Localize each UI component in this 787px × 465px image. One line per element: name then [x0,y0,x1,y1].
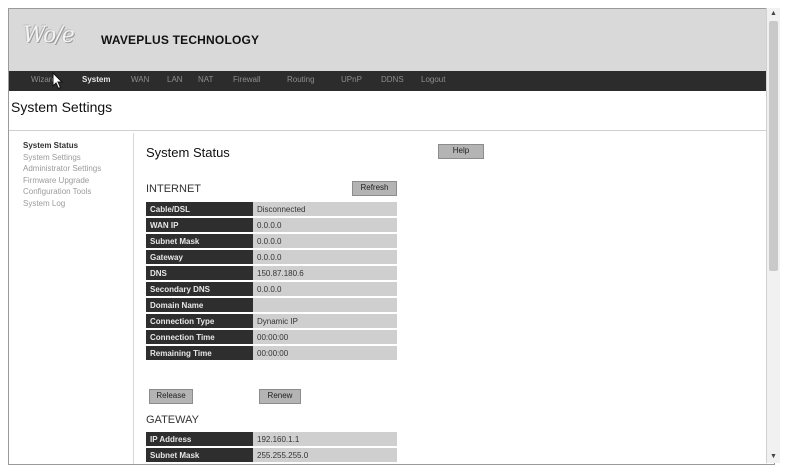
table-row: Domain Name [146,298,397,312]
row-value: 0.0.0.0 [253,250,397,264]
scroll-down-arrow-icon[interactable]: ▼ [767,451,780,463]
row-label: WAN IP [146,218,253,232]
row-value [253,298,397,312]
nav-system[interactable]: System [82,75,110,84]
renew-button[interactable]: Renew [259,389,301,404]
scroll-up-arrow-icon[interactable]: ▲ [767,8,780,20]
row-value: 0.0.0.0 [253,234,397,248]
waveplus-logo: Wo/e [23,23,75,48]
row-label: Secondary DNS [146,282,253,296]
table-row: DNS 150.87.180.6 [146,266,397,280]
internet-status-table: Cable/DSL Disconnected WAN IP 0.0.0.0 Subn… [146,200,397,362]
release-button[interactable]: Release [149,389,193,404]
nav-nat[interactable]: NAT [198,75,213,84]
row-value: 00:00:00 [253,330,397,344]
row-label: Domain Name [146,298,253,312]
nav-ddns[interactable]: DDNS [381,75,404,84]
header: Wo/e WAVEPLUS TECHNOLOGY [9,9,774,71]
nav-firewall[interactable]: Firewall [233,75,261,84]
nav-lan[interactable]: LAN [167,75,183,84]
nav-wan[interactable]: WAN [131,75,149,84]
vertical-scrollbar[interactable]: ▲ ▼ [766,8,780,463]
table-row: Connection Time 00:00:00 [146,330,397,344]
table-row: WAN IP 0.0.0.0 [146,218,397,232]
refresh-button[interactable]: Refresh [352,181,397,196]
internet-group-title: INTERNET [146,183,201,195]
table-row: IP Address 192.160.1.1 [146,432,397,446]
row-label: Subnet Mask [146,234,253,248]
table-row: Remaining Time 00:00:00 [146,346,397,360]
title-divider [9,130,774,131]
row-value: 255.255.255.0 [253,448,397,462]
sidebar-item-system-status[interactable]: System Status [23,140,101,152]
scrollbar-thumb[interactable] [769,21,778,271]
table-row: Connection Type Dynamic IP [146,314,397,328]
brand-name: WAVEPLUS TECHNOLOGY [101,33,260,47]
table-row: Cable/DSL Disconnected [146,202,397,216]
row-label: DNS [146,266,253,280]
table-row: Gateway 0.0.0.0 [146,250,397,264]
sidebar-item-configuration-tools[interactable]: Configuration Tools [23,186,101,198]
row-value: 0.0.0.0 [253,218,397,232]
row-value: Dynamic IP [253,314,397,328]
nav-routing[interactable]: Routing [287,75,315,84]
browser-page: Wo/e WAVEPLUS TECHNOLOGY Wizard System W… [8,8,775,465]
row-value: 150.87.180.6 [253,266,397,280]
top-nav: Wizard System WAN LAN NAT Firewall Routi… [9,71,774,91]
gateway-status-table: IP Address 192.160.1.1 Subnet Mask 255.255… [146,430,397,464]
table-row: Subnet Mask 255.255.255.0 [146,448,397,462]
sidebar-item-firmware-upgrade[interactable]: Firmware Upgrade [23,175,101,187]
row-label: Connection Time [146,330,253,344]
row-value: 192.160.1.1 [253,432,397,446]
gateway-group-title: GATEWAY [146,414,199,426]
sidebar-item-system-log[interactable]: System Log [23,198,101,210]
page-title: System Settings [11,99,113,115]
sidebar-item-system-settings[interactable]: System Settings [23,152,101,164]
row-label: IP Address [146,432,253,446]
row-label: Connection Type [146,314,253,328]
row-value: 0.0.0.0 [253,282,397,296]
row-label: Gateway [146,250,253,264]
sidebar-divider [133,133,134,464]
table-row: Secondary DNS 0.0.0.0 [146,282,397,296]
row-label: Cable/DSL [146,202,253,216]
row-value: Disconnected [253,202,397,216]
row-label: Subnet Mask [146,448,253,462]
nav-upnp[interactable]: UPnP [341,75,362,84]
row-label: Remaining Time [146,346,253,360]
nav-logout[interactable]: Logout [421,75,445,84]
help-button[interactable]: Help [438,144,484,159]
section-title: System Status [146,145,230,160]
sidebar-item-administrator-settings[interactable]: Administrator Settings [23,163,101,175]
table-row: Subnet Mask 0.0.0.0 [146,234,397,248]
sidebar: System Status System Settings Administra… [23,140,101,209]
row-value: 00:00:00 [253,346,397,360]
